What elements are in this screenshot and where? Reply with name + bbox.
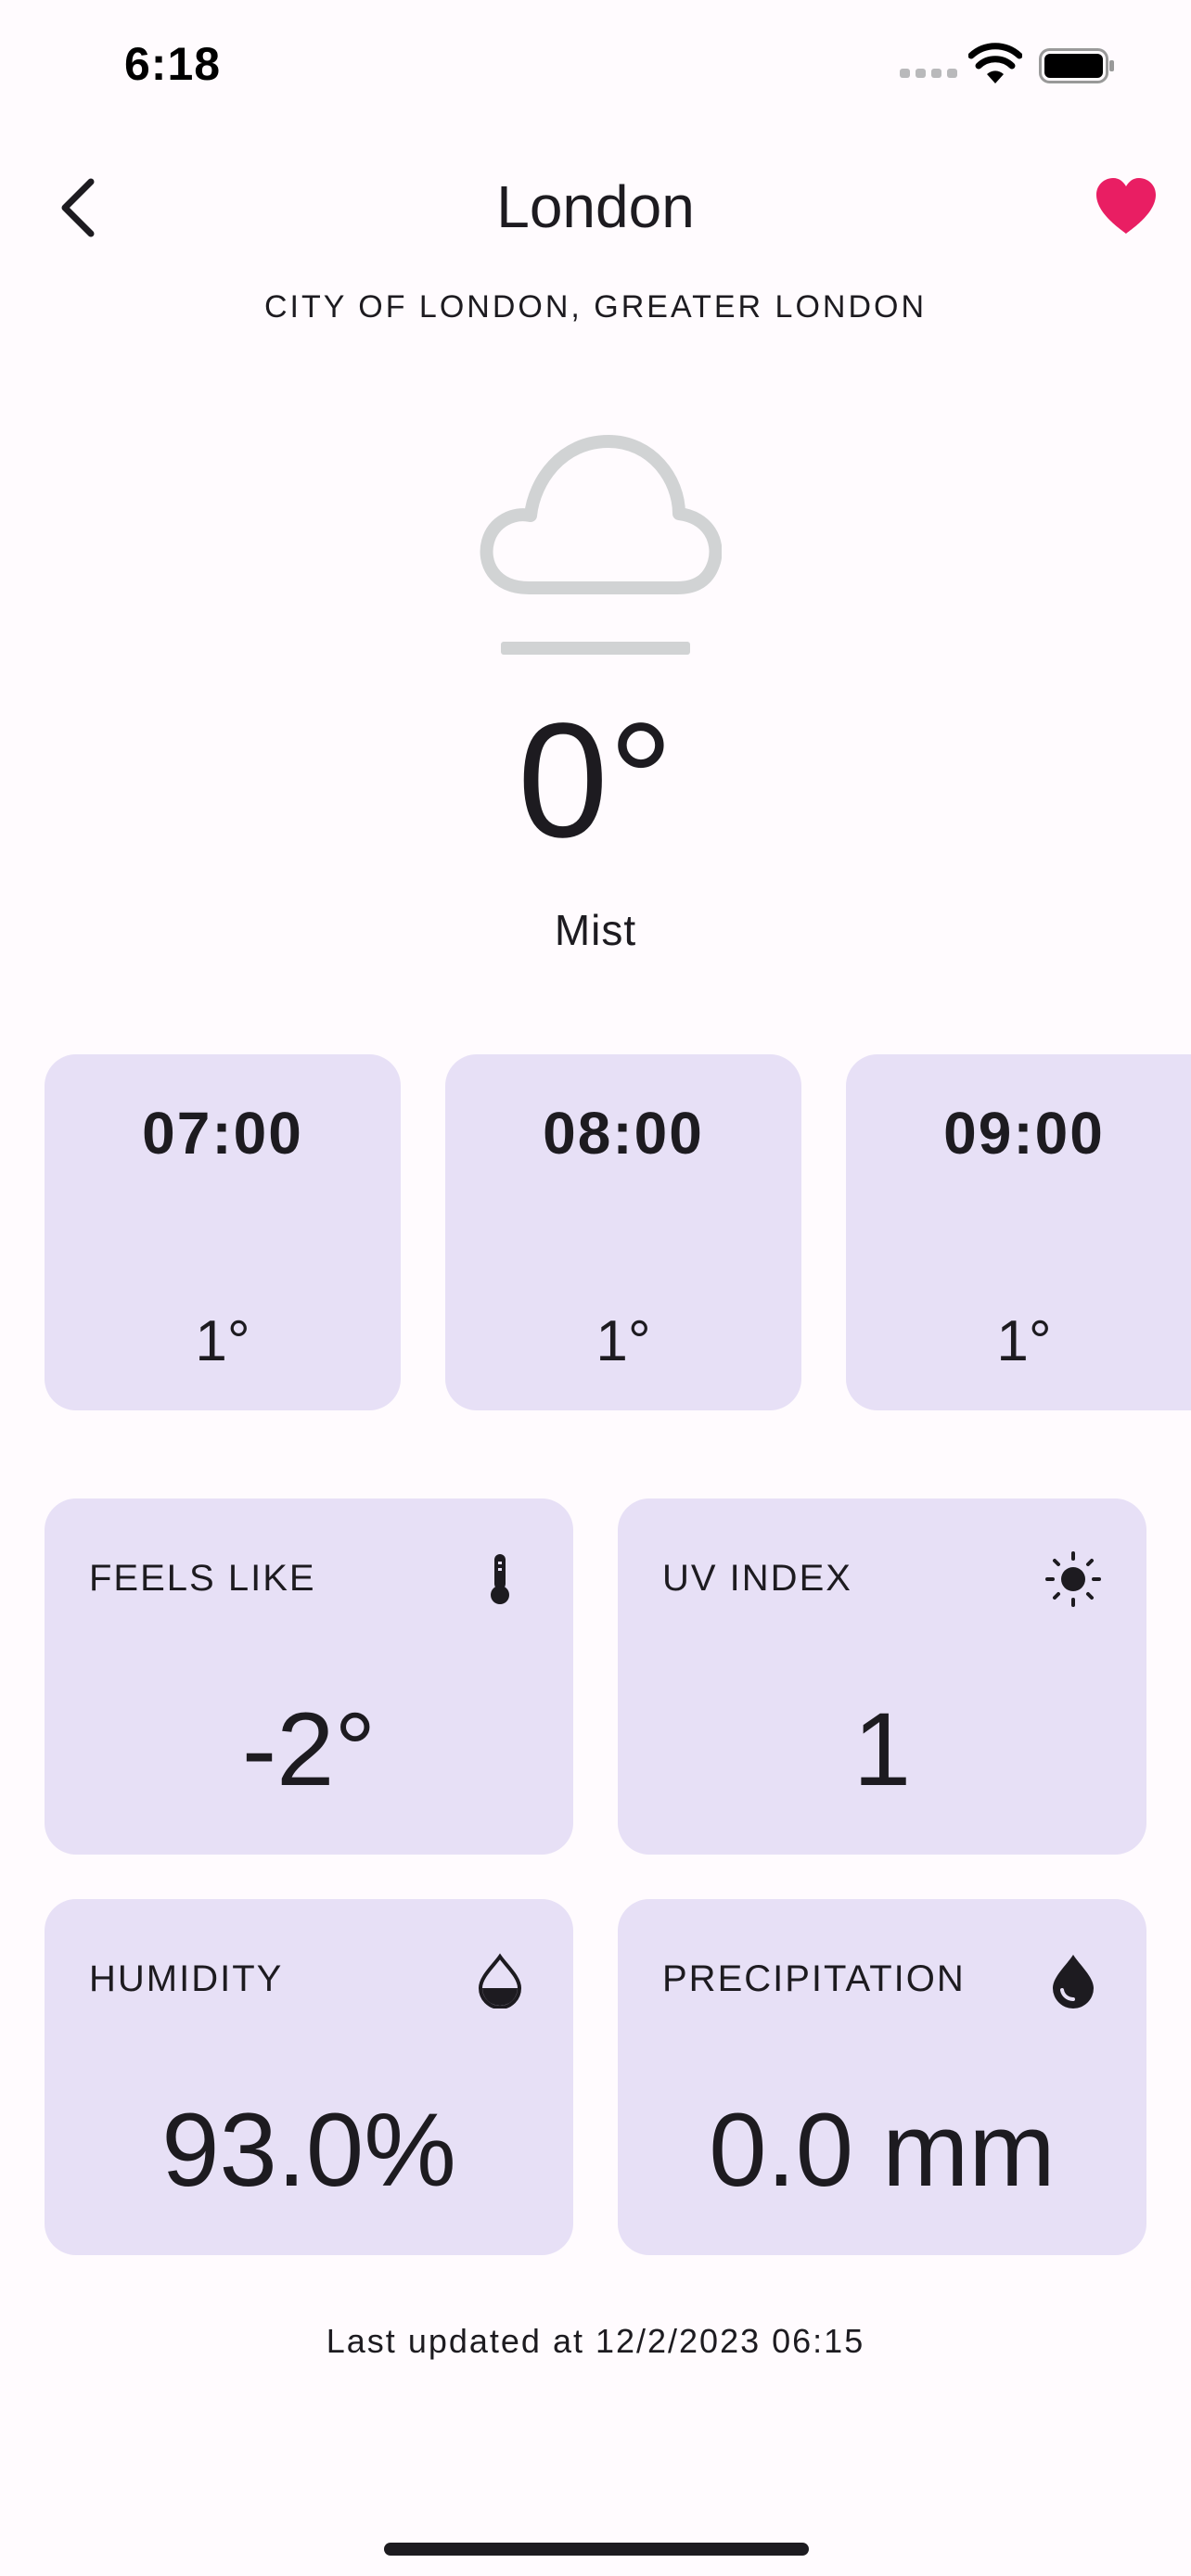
status-time: 6:18 — [124, 38, 222, 90]
page-title: London — [496, 173, 695, 240]
last-updated-text: Last updated at 12/2/2023 06:15 — [326, 2322, 865, 2360]
precipitation-label: PRECIPITATION — [662, 1958, 966, 1999]
heart-icon — [1096, 178, 1156, 234]
sun-icon — [1045, 1551, 1101, 1607]
cloud-mist-icon — [480, 435, 722, 655]
hourly-card[interactable]: 08:00 1° — [445, 1054, 801, 1410]
humidity-label: HUMIDITY — [89, 1958, 284, 1999]
location-subtitle: CITY OF LONDON, GREATER LONDON — [263, 289, 928, 325]
current-condition: Mist — [554, 906, 637, 954]
current-temperature: 0° — [517, 690, 674, 872]
hourly-temp: 1° — [996, 1309, 1052, 1373]
signal-icon — [900, 69, 957, 78]
water-drop-icon — [1053, 1955, 1094, 2009]
moon-icon — [611, 1214, 631, 1253]
hourly-temp: 1° — [596, 1309, 651, 1373]
precipitation-value: 0.0 mm — [709, 2092, 1056, 2208]
hourly-time: 09:00 — [943, 1100, 1105, 1167]
hourly-card[interactable]: 07:00 1° — [45, 1054, 401, 1410]
hourly-time: 07:00 — [142, 1100, 303, 1167]
uv-index-label: UV INDEX — [662, 1558, 852, 1599]
humidity-drop-icon — [478, 1953, 522, 2009]
uv-index-card: UV INDEX 1 — [618, 1498, 1146, 1855]
hourly-temp: 1° — [195, 1309, 250, 1373]
feels-like-label: FEELS LIKE — [89, 1558, 316, 1599]
moon-icon — [1012, 1214, 1031, 1253]
humidity-value: 93.0% — [161, 2092, 456, 2208]
humidity-card: HUMIDITY 93.0% — [45, 1899, 573, 2255]
hourly-card[interactable]: 09:00 1° — [846, 1054, 1191, 1410]
uv-index-value: 1 — [852, 1691, 912, 1807]
precipitation-card: PRECIPITATION 0.0 mm — [618, 1899, 1146, 2255]
feels-like-value: -2° — [241, 1691, 377, 1807]
home-indicator[interactable] — [384, 2543, 809, 2556]
battery-icon — [1039, 48, 1114, 83]
thermometer-icon — [491, 1554, 509, 1604]
feels-like-card: FEELS LIKE -2° — [45, 1498, 573, 1855]
hourly-time: 08:00 — [543, 1100, 704, 1167]
wifi-icon — [968, 43, 1022, 83]
favorite-button[interactable] — [1093, 176, 1159, 237]
moon-icon — [211, 1214, 230, 1253]
